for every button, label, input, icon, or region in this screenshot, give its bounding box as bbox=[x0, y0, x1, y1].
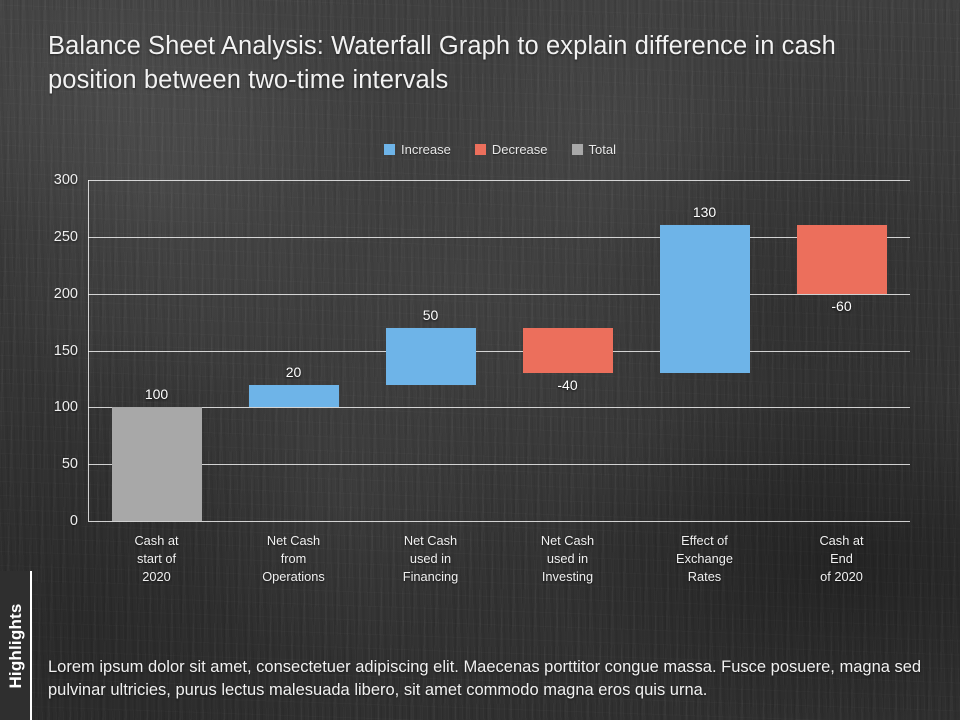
chalkboard-background bbox=[0, 0, 960, 720]
legend-item-decrease[interactable]: Decrease bbox=[474, 142, 548, 157]
legend-label-increase: Increase bbox=[401, 142, 451, 157]
highlights-tab-background: Highlights bbox=[0, 571, 32, 720]
highlights-tab[interactable]: Highlights bbox=[0, 571, 32, 720]
chart-legend: Increase Decrease Total bbox=[0, 142, 960, 157]
highlights-tab-rule bbox=[30, 571, 32, 720]
page-title: Balance Sheet Analysis: Waterfall Graph … bbox=[48, 32, 836, 94]
legend-item-total[interactable]: Total bbox=[571, 142, 616, 157]
legend-swatch-decrease bbox=[474, 144, 486, 155]
legend-swatch-increase bbox=[384, 144, 395, 155]
legend-label-total: Total bbox=[588, 142, 616, 157]
legend-swatch-total bbox=[571, 144, 583, 155]
highlights-tab-label: Highlights bbox=[6, 602, 25, 689]
footer-body-text: Lorem ipsum dolor sit amet, consectetuer… bbox=[48, 658, 922, 700]
legend-item-increase[interactable]: Increase bbox=[384, 142, 451, 157]
legend-label-decrease: Decrease bbox=[491, 142, 548, 157]
